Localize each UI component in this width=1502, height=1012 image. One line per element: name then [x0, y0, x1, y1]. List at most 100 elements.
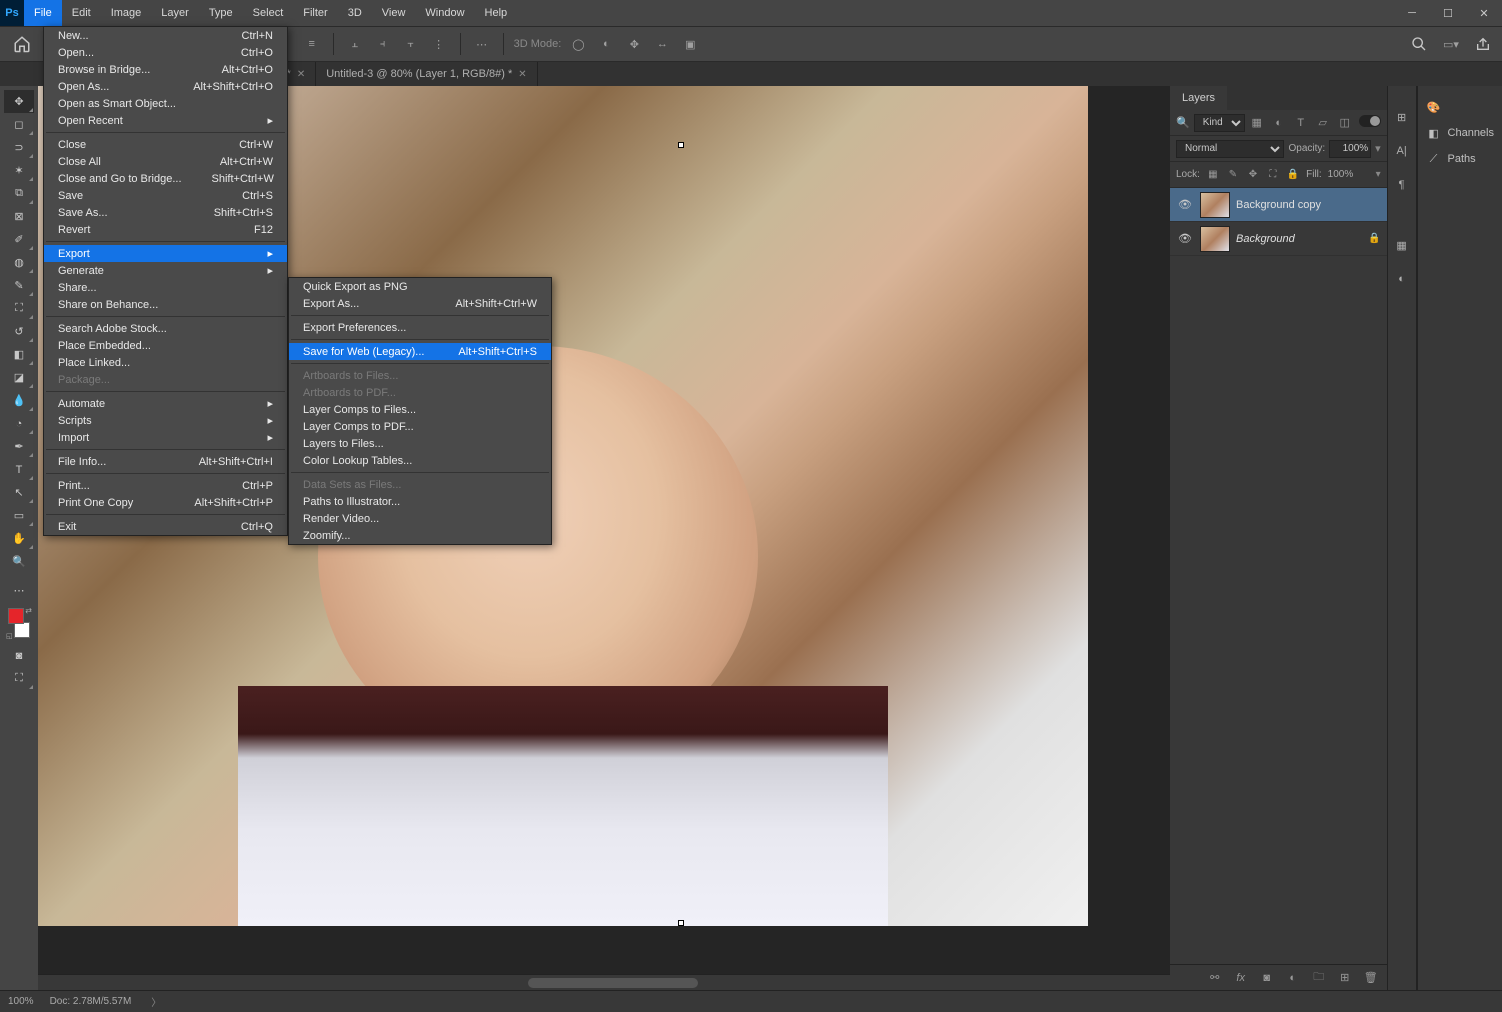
menu-item-share[interactable]: Share... [44, 279, 287, 296]
frame-tool[interactable]: ⊠ [4, 205, 34, 228]
menu-item-export[interactable]: Export▸ [44, 245, 287, 262]
delete-layer-icon[interactable]: 🗑 [1363, 970, 1379, 986]
pan-3d-icon[interactable]: ✥ [623, 33, 645, 55]
lock-all-icon[interactable]: 🔒 [1286, 168, 1300, 182]
fill-value[interactable]: 100% [1328, 169, 1370, 180]
slide-3d-icon[interactable]: ↔ [651, 33, 673, 55]
layer-thumbnail[interactable] [1200, 226, 1230, 252]
align-top-icon[interactable]: ⫠ [344, 33, 366, 55]
menu-item-export-preferences[interactable]: Export Preferences... [289, 319, 551, 336]
quickmask-tool[interactable]: ◙ [4, 644, 34, 667]
history-brush-tool[interactable]: ↺ [4, 320, 34, 343]
channels-panel-button[interactable]: ◧Channels [1418, 120, 1502, 146]
menu-item-place-embedded[interactable]: Place Embedded... [44, 337, 287, 354]
paragraph-icon[interactable]: ¶ [1391, 174, 1413, 196]
default-colors-icon[interactable]: ◱ [6, 632, 13, 640]
distribute-v-icon[interactable]: ⋮ [428, 33, 450, 55]
menu-item-layer-comps-to-files[interactable]: Layer Comps to Files... [289, 401, 551, 418]
layer-group-icon[interactable]: 🗀 [1311, 970, 1327, 986]
menu-item-search-adobe-stock[interactable]: Search Adobe Stock... [44, 320, 287, 337]
menu-item-place-linked[interactable]: Place Linked... [44, 354, 287, 371]
horizontal-scrollbar[interactable] [38, 974, 1170, 990]
menu-item-layer-comps-to-pdf[interactable]: Layer Comps to PDF... [289, 418, 551, 435]
layer-name[interactable]: Background [1236, 233, 1295, 245]
home-button[interactable] [8, 30, 36, 58]
swap-colors-icon[interactable]: ⇄ [25, 606, 32, 615]
layer-fx-icon[interactable]: fx [1233, 970, 1249, 986]
screen-mode-tool[interactable]: ⛶ [4, 667, 34, 690]
menu-item-close-all[interactable]: Close AllAlt+Ctrl+W [44, 153, 287, 170]
menu-item-file-info[interactable]: File Info...Alt+Shift+Ctrl+I [44, 453, 287, 470]
menu-item-open[interactable]: Open...Ctrl+O [44, 44, 287, 61]
lasso-tool[interactable]: ⊃ [4, 136, 34, 159]
path-select-tool[interactable]: ↖ [4, 481, 34, 504]
workspace-switcher-icon[interactable]: ▭▾ [1440, 33, 1462, 55]
color-panel-button[interactable]: 🎨 [1418, 94, 1502, 120]
menu-item-browse-in-bridge[interactable]: Browse in Bridge...Alt+Ctrl+O [44, 61, 287, 78]
edit-toolbar-icon[interactable]: ⋯ [4, 579, 34, 602]
menu-filter[interactable]: Filter [293, 0, 337, 26]
filter-adjust-icon[interactable]: ◐ [1271, 115, 1287, 131]
menu-item-save[interactable]: SaveCtrl+S [44, 187, 287, 204]
adjustments-icon[interactable]: ◐ [1391, 268, 1413, 290]
align-center-v-icon[interactable]: ⫞ [372, 33, 394, 55]
marquee-tool[interactable]: ◻ [4, 113, 34, 136]
search-icon[interactable] [1408, 33, 1430, 55]
adjustment-layer-icon[interactable]: ◐ [1285, 970, 1301, 986]
color-swatches[interactable]: ⇄ ◱ [4, 608, 34, 638]
opacity-value[interactable]: 100% [1329, 140, 1371, 158]
gradient-tool[interactable]: ◪ [4, 366, 34, 389]
distribute-icon[interactable]: ≡ [301, 33, 323, 55]
menu-item-render-video[interactable]: Render Video... [289, 510, 551, 527]
filter-smart-icon[interactable]: ◫ [1337, 115, 1353, 131]
menu-item-save-for-web-legacy[interactable]: Save for Web (Legacy)...Alt+Shift+Ctrl+S [289, 343, 551, 360]
menu-item-scripts[interactable]: Scripts▸ [44, 412, 287, 429]
layer-mask-icon[interactable]: ◙ [1259, 970, 1275, 986]
new-layer-icon[interactable]: ⊞ [1337, 970, 1353, 986]
character-icon[interactable]: A| [1391, 140, 1413, 162]
lock-artboard-icon[interactable]: ⛶ [1266, 168, 1280, 182]
filter-toggle[interactable] [1359, 115, 1381, 127]
roll-3d-icon[interactable]: ◐ [595, 33, 617, 55]
menu-item-share-on-behance[interactable]: Share on Behance... [44, 296, 287, 313]
tab-close-icon[interactable]: ✕ [297, 69, 305, 80]
properties-icon[interactable]: ⊞ [1391, 106, 1413, 128]
menu-item-save-as[interactable]: Save As...Shift+Ctrl+S [44, 204, 287, 221]
move-tool[interactable]: ✥ [4, 90, 34, 113]
zoom-3d-icon[interactable]: ▣ [679, 33, 701, 55]
quick-select-tool[interactable]: ✶ [4, 159, 34, 182]
type-tool[interactable]: T [4, 458, 34, 481]
tab-close-icon[interactable]: ✕ [518, 69, 526, 80]
menu-item-layers-to-files[interactable]: Layers to Files... [289, 435, 551, 452]
eraser-tool[interactable]: ◧ [4, 343, 34, 366]
transform-handle-top[interactable] [678, 142, 684, 148]
menu-view[interactable]: View [372, 0, 416, 26]
menu-layer[interactable]: Layer [151, 0, 199, 26]
blend-mode-select[interactable]: Normal [1176, 140, 1284, 158]
share-icon[interactable] [1472, 33, 1494, 55]
filter-type-icon[interactable]: T [1293, 115, 1309, 131]
lock-transparent-icon[interactable]: ▦ [1206, 168, 1220, 182]
hand-tool[interactable]: ✋ [4, 527, 34, 550]
filter-shape-icon[interactable]: ▱ [1315, 115, 1331, 131]
minimize-button[interactable]: ─ [1394, 0, 1430, 26]
scrollbar-thumb[interactable] [528, 978, 698, 988]
menu-item-automate[interactable]: Automate▸ [44, 395, 287, 412]
align-bottom-icon[interactable]: ⫟ [400, 33, 422, 55]
clone-stamp-tool[interactable]: ⛶ [4, 297, 34, 320]
menu-select[interactable]: Select [243, 0, 294, 26]
foreground-color-swatch[interactable] [8, 608, 24, 624]
doc-size[interactable]: Doc: 2.78M/5.57M [50, 996, 132, 1007]
menu-edit[interactable]: Edit [62, 0, 101, 26]
zoom-tool[interactable]: 🔍 [4, 550, 34, 573]
menu-item-open-as-smart-object[interactable]: Open as Smart Object... [44, 95, 287, 112]
menu-file[interactable]: File [24, 0, 62, 26]
menu-item-zoomify[interactable]: Zoomify... [289, 527, 551, 544]
menu-3d[interactable]: 3D [338, 0, 372, 26]
layer-name[interactable]: Background copy [1236, 199, 1321, 211]
menu-item-import[interactable]: Import▸ [44, 429, 287, 446]
zoom-level[interactable]: 100% [8, 996, 34, 1007]
link-layers-icon[interactable]: ⚯ [1207, 970, 1223, 986]
maximize-button[interactable]: ☐ [1430, 0, 1466, 26]
healing-brush-tool[interactable]: ◍ [4, 251, 34, 274]
